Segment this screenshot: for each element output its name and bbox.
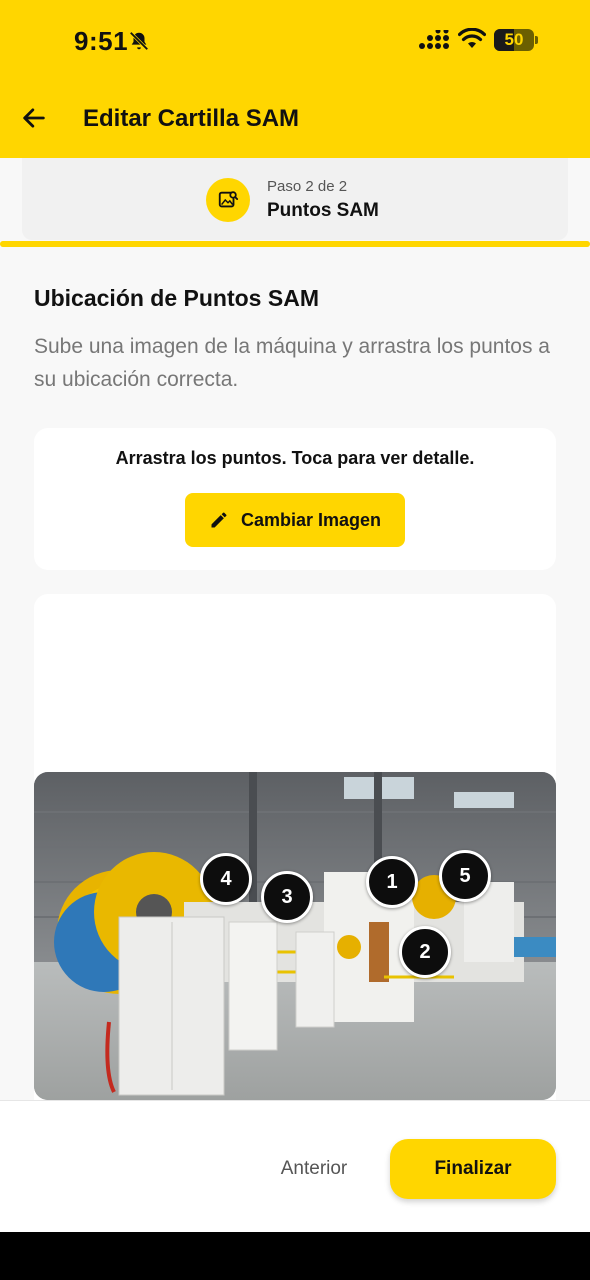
sam-point-2[interactable]: 2	[399, 926, 451, 978]
back-button[interactable]	[16, 100, 52, 136]
battery-level-text: 50	[504, 30, 524, 49]
step-progress-fill	[0, 241, 590, 247]
status-bar: 9:51 50	[0, 0, 590, 80]
change-image-label: Cambiar Imagen	[240, 509, 382, 530]
machine-photo	[34, 772, 556, 1100]
step-title: Puntos SAM	[267, 200, 379, 221]
system-navigation-bar	[0, 1232, 590, 1280]
status-time: 9:51	[74, 26, 129, 56]
instructions-card: Arrastra los puntos. Toca para ver detal…	[34, 428, 556, 570]
step-counter: Paso 2 de 2	[267, 178, 348, 195]
wifi-icon	[458, 28, 486, 48]
section-description: Sube una imagen de la máquina y arrastra…	[34, 335, 550, 391]
pencil-icon	[211, 512, 227, 528]
sam-point-1[interactable]: 1	[366, 856, 418, 908]
image-canvas-card: 43 15 2	[34, 594, 556, 1114]
sam-point-3[interactable]: 3	[261, 871, 313, 923]
sam-point-4[interactable]: 4	[200, 853, 252, 905]
step-icon-badge	[206, 178, 250, 222]
bell-off-icon	[129, 31, 149, 51]
change-image-button[interactable]: Cambiar Imagen	[185, 493, 405, 547]
instructions-text: Arrastra los puntos. Toca para ver detal…	[115, 448, 475, 468]
image-search-icon	[218, 191, 239, 208]
bottom-action-bar: Anterior Finalizar	[0, 1100, 590, 1232]
previous-button[interactable]: Anterior	[264, 1141, 364, 1197]
finish-button[interactable]: Finalizar	[390, 1139, 556, 1199]
sam-point-5[interactable]: 5	[439, 850, 491, 902]
page-title: Editar Cartilla SAM	[83, 105, 300, 132]
signal-icon	[419, 30, 449, 49]
step-indicator: Paso 2 de 2 Puntos SAM	[22, 158, 568, 240]
battery-icon: 50	[494, 29, 538, 51]
step-progress-bar	[0, 241, 590, 247]
arrow-left-icon	[23, 108, 45, 128]
section-title: Ubicación de Puntos SAM	[34, 285, 319, 311]
app-header: 9:51 50 Editar Cartilla SAM	[0, 0, 590, 158]
machine-photo-illustration	[34, 772, 556, 1100]
